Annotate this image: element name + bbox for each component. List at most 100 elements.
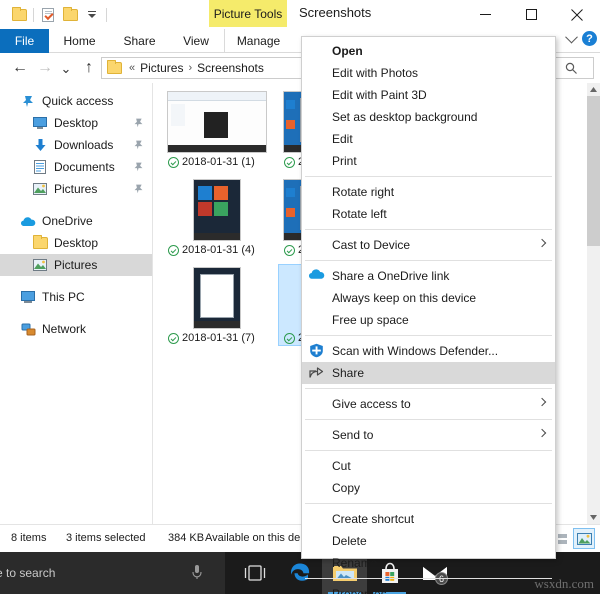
onedrive-icon (309, 268, 325, 284)
breadcrumb-item-pictures[interactable]: Pictures (140, 61, 183, 75)
status-item-count: 8 items (11, 532, 46, 544)
file-item[interactable]: 2018-01-31 (7) (162, 264, 272, 346)
breadcrumb-overflow[interactable]: « (129, 62, 135, 74)
menu-item-share-a-onedrive-link[interactable]: Share a OneDrive link (302, 265, 555, 287)
sidebar-item-documents[interactable]: Documents (0, 156, 152, 178)
menu-separator (305, 388, 552, 389)
help-icon[interactable]: ? (582, 31, 597, 46)
back-arrow-icon: ← (12, 60, 28, 76)
close-button[interactable] (554, 0, 600, 29)
tab-file[interactable]: File (0, 29, 49, 53)
file-name: 2018-01-31 (7) (182, 332, 255, 344)
menu-separator (305, 176, 552, 177)
sidebar-item-desktop[interactable]: Desktop (0, 112, 152, 134)
tab-view[interactable]: View (169, 29, 223, 53)
properties-icon[interactable] (37, 4, 59, 25)
sidebar-item-network[interactable]: Network (0, 318, 152, 340)
menu-item-copy[interactable]: Copy (302, 477, 555, 499)
large-icons-view-button[interactable] (573, 528, 595, 549)
up-arrow-icon: ↑ (85, 60, 93, 76)
taskbar-search-input[interactable]: e to search (0, 552, 225, 594)
contextual-tab-group-picture-tools: Picture Tools (209, 0, 287, 27)
menu-item-share[interactable]: Share (302, 362, 555, 384)
pin-icon[interactable] (133, 161, 144, 172)
menu-item-rename[interactable]: Rename (302, 552, 555, 574)
pictures-icon (32, 181, 48, 197)
menu-item-set-as-desktop-background[interactable]: Set as desktop background (302, 106, 555, 128)
breadcrumb-item-screenshots[interactable]: Screenshots (197, 61, 264, 75)
context-menu[interactable]: Open Edit with Photos Edit with Paint 3D… (301, 36, 556, 559)
menu-item-print[interactable]: Print (302, 150, 555, 172)
customize-icon[interactable] (81, 4, 103, 25)
defender-shield-icon (309, 343, 325, 359)
menu-item-always-keep-on-this-device[interactable]: Always keep on this device (302, 287, 555, 309)
menu-item-properties[interactable]: Properties (302, 583, 555, 594)
sidebar-group-onedrive[interactable]: OneDrive (0, 210, 152, 232)
status-availability: Available on this de (205, 532, 300, 544)
menu-item-rotate-right[interactable]: Rotate right (302, 181, 555, 203)
file-item[interactable]: 2018-01-31 (4) (162, 176, 272, 258)
chevron-down-icon[interactable] (567, 34, 576, 43)
menu-item-give-access-to[interactable]: Give access to (302, 393, 555, 415)
menu-item-send-to[interactable]: Send to (302, 424, 555, 446)
back-button[interactable]: ← (9, 58, 31, 78)
menu-item-label: Rename (332, 556, 377, 570)
sidebar-item-label: Documents (54, 160, 115, 174)
pin-icon[interactable] (133, 183, 144, 194)
pin-icon[interactable] (133, 139, 144, 150)
network-icon (20, 321, 36, 337)
menu-item-open[interactable]: Open (302, 40, 555, 62)
new-folder-icon[interactable] (59, 4, 81, 25)
tab-share[interactable]: Share (110, 29, 169, 53)
minimize-button[interactable] (462, 0, 508, 29)
tab-manage[interactable]: Manage (224, 29, 292, 53)
menu-separator (305, 229, 552, 230)
menu-item-edit-with-paint-3d[interactable]: Edit with Paint 3D (302, 84, 555, 106)
sidebar-item-label: This PC (42, 290, 85, 304)
recent-locations-button[interactable]: ⌄ (58, 58, 74, 78)
menu-item-label: Send to (332, 428, 373, 442)
menu-item-label: Edit (332, 132, 353, 146)
menu-item-free-up-space[interactable]: Free up space (302, 309, 555, 331)
menu-item-edit-with-photos[interactable]: Edit with Photos (302, 62, 555, 84)
sidebar-item-this-pc[interactable]: This PC (0, 286, 152, 308)
menu-separator (305, 578, 552, 579)
scroll-up-arrow-icon[interactable] (587, 83, 600, 96)
pin-icon[interactable] (133, 117, 144, 128)
scroll-down-arrow-icon[interactable] (587, 511, 600, 524)
sidebar-group-label: Quick access (42, 94, 113, 108)
menu-item-scan-with-windows-defender[interactable]: Scan with Windows Defender... (302, 340, 555, 362)
menu-item-label: Print (332, 154, 357, 168)
menu-item-label: Give access to (332, 397, 411, 411)
menu-item-label: Always keep on this device (332, 291, 476, 305)
menu-item-delete[interactable]: Delete (302, 530, 555, 552)
forward-button[interactable]: → (34, 58, 56, 78)
taskbar-item-task-view[interactable] (232, 552, 277, 594)
sidebar-item-pictures[interactable]: Pictures (0, 178, 152, 200)
menu-item-cut[interactable]: Cut (302, 455, 555, 477)
menu-item-cast-to-device[interactable]: Cast to Device (302, 234, 555, 256)
up-button[interactable]: ↑ (78, 58, 100, 78)
menu-item-label: Set as desktop background (332, 110, 477, 124)
menu-item-label: Rotate right (332, 185, 394, 199)
scrollbar-thumb[interactable] (587, 96, 600, 246)
menu-item-edit[interactable]: Edit (302, 128, 555, 150)
navigation-pane: Quick access Desktop Downloads (0, 83, 152, 524)
file-item[interactable]: 2018-01-31 (1) (162, 88, 272, 170)
sidebar-item-downloads[interactable]: Downloads (0, 134, 152, 156)
menu-item-create-shortcut[interactable]: Create shortcut (302, 508, 555, 530)
menu-item-label: Edit with Photos (332, 66, 418, 80)
tab-home[interactable]: Home (49, 29, 110, 53)
microphone-icon[interactable] (191, 564, 203, 583)
explorer-icon[interactable] (8, 4, 30, 25)
vertical-scrollbar[interactable] (587, 83, 600, 524)
sidebar-item-onedrive-pictures[interactable]: Pictures (0, 254, 152, 276)
sidebar-group-quick-access[interactable]: Quick access (0, 90, 152, 112)
share-icon (309, 365, 325, 381)
sync-status-icon (284, 245, 295, 256)
sidebar-item-label: Pictures (54, 258, 97, 272)
menu-item-rotate-left[interactable]: Rotate left (302, 203, 555, 225)
status-size: 384 KB (168, 532, 204, 544)
maximize-button[interactable] (508, 0, 554, 29)
sidebar-item-onedrive-desktop[interactable]: Desktop (0, 232, 152, 254)
